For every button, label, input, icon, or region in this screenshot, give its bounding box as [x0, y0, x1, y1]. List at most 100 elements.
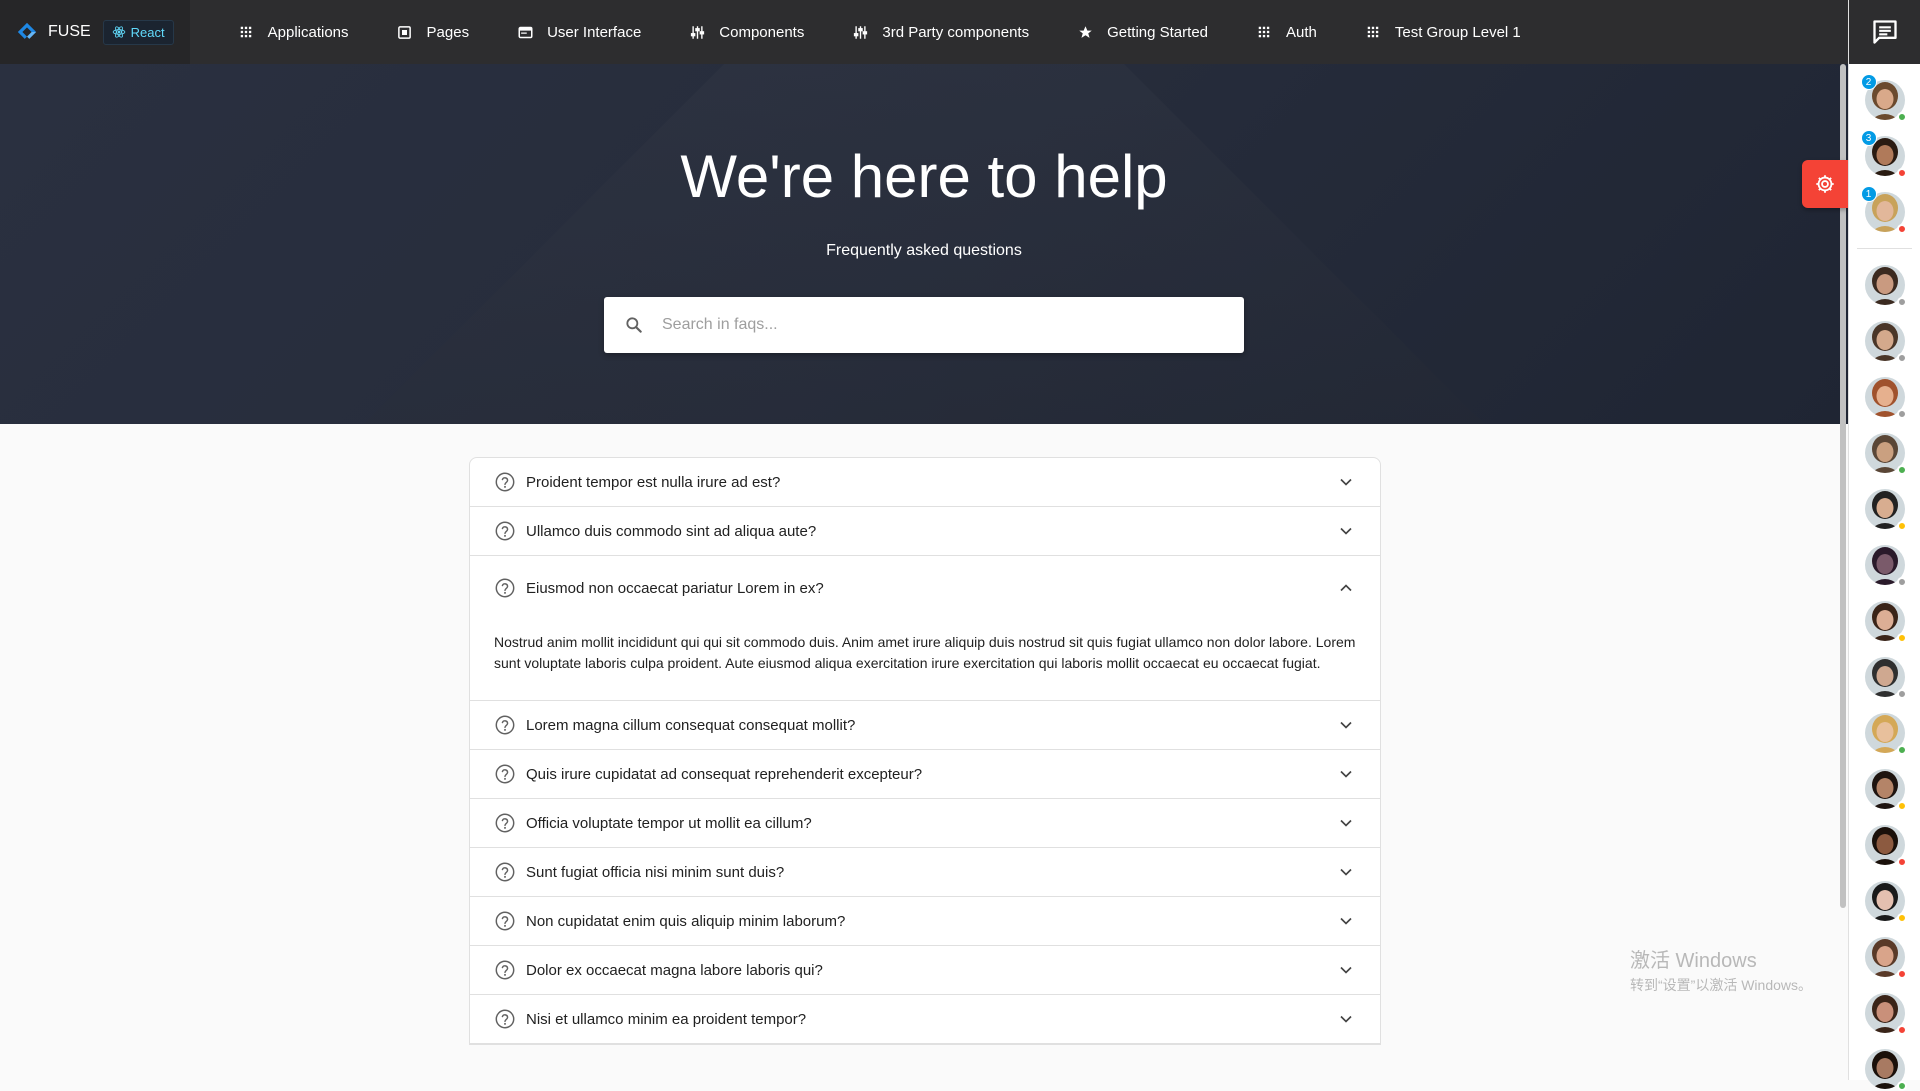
nav-item-getting-started[interactable]: Getting Started	[1053, 0, 1232, 64]
contact-avatar-button[interactable]	[1864, 545, 1907, 587]
apps-icon	[1256, 24, 1272, 40]
faq-question-toggle[interactable]: Dolor ex occaecat magna labore laboris q…	[470, 946, 1380, 994]
help-outline-icon	[494, 714, 516, 736]
chat-icon	[1872, 20, 1897, 44]
faq-question-toggle[interactable]: Non cupidatat enim quis aliquip minim la…	[470, 897, 1380, 945]
faq-item: Ullamco duis commodo sint ad aliqua aute…	[470, 507, 1380, 556]
presence-status-dot	[1896, 409, 1907, 419]
contact-avatar-button[interactable]	[1864, 489, 1907, 531]
chevron-down-icon	[1340, 868, 1352, 876]
contact-avatar-button[interactable]	[1864, 377, 1907, 419]
nav-item-3rd-party-components[interactable]: 3rd Party components	[828, 0, 1053, 64]
presence-status-dot	[1896, 1081, 1907, 1091]
watermark-line-1: 激活 Windows	[1630, 950, 1757, 972]
search-icon	[626, 317, 642, 333]
contact-avatar-button[interactable]	[1864, 657, 1907, 699]
nav-item-components[interactable]: Components	[665, 0, 828, 64]
faq-question-toggle[interactable]: Officia voluptate tempor ut mollit ea ci…	[470, 799, 1380, 847]
faq-question: Lorem magna cillum consequat consequat m…	[526, 716, 856, 734]
faq-search-box[interactable]	[604, 297, 1244, 353]
presence-status-dot	[1896, 1025, 1907, 1035]
chat-toggle-button[interactable]	[1849, 0, 1920, 64]
faq-question-toggle[interactable]: Sunt fugiat officia nisi minim sunt duis…	[470, 848, 1380, 896]
contact-avatar-button[interactable]: 1	[1860, 186, 1907, 234]
faq-question: Officia voluptate tempor ut mollit ea ci…	[526, 814, 812, 832]
contact-avatar-button[interactable]	[1864, 937, 1907, 979]
contact-avatar-button[interactable]	[1864, 769, 1907, 811]
faq-question-toggle[interactable]: Eiusmod non occaecat pariatur Lorem in e…	[470, 556, 1380, 620]
chevron-down-icon	[1340, 721, 1352, 729]
contact-avatar-button[interactable]: 3	[1860, 130, 1907, 178]
nav-item-test-group-level-1[interactable]: Test Group Level 1	[1341, 0, 1545, 64]
apps-icon	[238, 24, 254, 40]
faq-question-toggle[interactable]: Lorem magna cillum consequat consequat m…	[470, 701, 1380, 749]
presence-status-dot	[1896, 168, 1907, 178]
contact-avatar-button[interactable]	[1864, 265, 1907, 307]
faq-question: Sunt fugiat officia nisi minim sunt duis…	[526, 863, 785, 881]
star-icon	[1077, 24, 1093, 40]
page-title: We're here to help	[680, 143, 1168, 210]
tune-icon	[852, 24, 868, 40]
faq-question: Proident tempor est nulla irure ad est?	[526, 473, 781, 491]
contact-avatar-button[interactable]	[1864, 881, 1907, 923]
unread-count-badge: 3	[1860, 130, 1877, 146]
presence-status-dot	[1896, 353, 1907, 363]
faq-item: Eiusmod non occaecat pariatur Lorem in e…	[470, 556, 1380, 701]
chevron-down-icon	[1340, 1015, 1352, 1023]
contact-avatar-button[interactable]	[1864, 713, 1907, 755]
nav-item-label: Applications	[267, 23, 349, 41]
pages-icon	[397, 24, 413, 40]
react-badge: React	[102, 19, 174, 45]
contact-avatar-button[interactable]: 2	[1860, 74, 1907, 122]
help-outline-icon	[494, 763, 516, 785]
nav-item-user-interface[interactable]: User Interface	[493, 0, 665, 64]
faq-item: Non cupidatat enim quis aliquip minim la…	[470, 897, 1380, 946]
faq-question-toggle[interactable]: Ullamco duis commodo sint ad aliqua aute…	[470, 507, 1380, 555]
presence-status-dot	[1896, 913, 1907, 923]
faq-answer: Nostrud anim mollit incididunt qui qui s…	[494, 634, 1356, 671]
nav-item-label: Components	[719, 23, 805, 41]
unread-count-badge: 1	[1860, 186, 1877, 202]
chevron-up-icon	[1340, 584, 1352, 592]
faq-question-toggle[interactable]: Nisi et ullamco minim ea proident tempor…	[470, 995, 1380, 1043]
watermark-line-2: 转到“设置”以激活 Windows。	[1630, 977, 1813, 993]
presence-status-dot	[1896, 297, 1907, 307]
help-outline-icon	[494, 471, 516, 493]
faq-item: Proident tempor est nulla irure ad est?	[470, 458, 1380, 507]
presence-status-dot	[1896, 857, 1907, 867]
chevron-down-icon	[1340, 917, 1352, 925]
contacts-divider	[1857, 248, 1912, 249]
faq-hero: We're here to help Frequently asked ques…	[0, 64, 1848, 424]
presence-status-dot	[1896, 577, 1907, 587]
contact-avatar-button[interactable]	[1864, 601, 1907, 643]
chevron-down-icon	[1340, 527, 1352, 535]
presence-status-dot	[1896, 633, 1907, 643]
brand[interactable]: FUSE React	[0, 0, 190, 64]
faq-search-input[interactable]	[662, 316, 1222, 334]
tune-icon	[689, 24, 705, 40]
fuse-logo-icon	[17, 22, 37, 39]
contact-avatar-button[interactable]	[1864, 825, 1907, 867]
contact-avatar-button[interactable]	[1864, 1049, 1907, 1091]
contacts-panel: 2 3 1	[1848, 0, 1920, 1091]
contact-avatar-button[interactable]	[1864, 993, 1907, 1035]
faq-question: Dolor ex occaecat magna labore laboris q…	[526, 961, 823, 979]
presence-status-dot	[1896, 112, 1907, 122]
contact-avatar-button[interactable]	[1864, 321, 1907, 363]
help-outline-icon	[494, 577, 516, 599]
faq-item: Sunt fugiat officia nisi minim sunt duis…	[470, 848, 1380, 897]
nav-item-pages[interactable]: Pages	[373, 0, 494, 64]
nav-item-auth[interactable]: Auth	[1232, 0, 1341, 64]
nav-item-applications[interactable]: Applications	[214, 0, 373, 64]
help-outline-icon	[494, 959, 516, 981]
contact-avatar-button[interactable]	[1864, 433, 1907, 475]
presence-status-dot	[1896, 521, 1907, 531]
faq-question: Quis irure cupidatat ad consequat repreh…	[526, 765, 923, 783]
faq-question-toggle[interactable]: Quis irure cupidatat ad consequat repreh…	[470, 750, 1380, 798]
faq-item: Officia voluptate tempor ut mollit ea ci…	[470, 799, 1380, 848]
nav-item-label: Getting Started	[1107, 23, 1209, 41]
nav-item-label: Pages	[426, 23, 470, 41]
faq-question-toggle[interactable]: Proident tempor est nulla irure ad est?	[470, 458, 1380, 506]
faq-item: Dolor ex occaecat magna labore laboris q…	[470, 946, 1380, 995]
chevron-down-icon	[1340, 966, 1352, 974]
